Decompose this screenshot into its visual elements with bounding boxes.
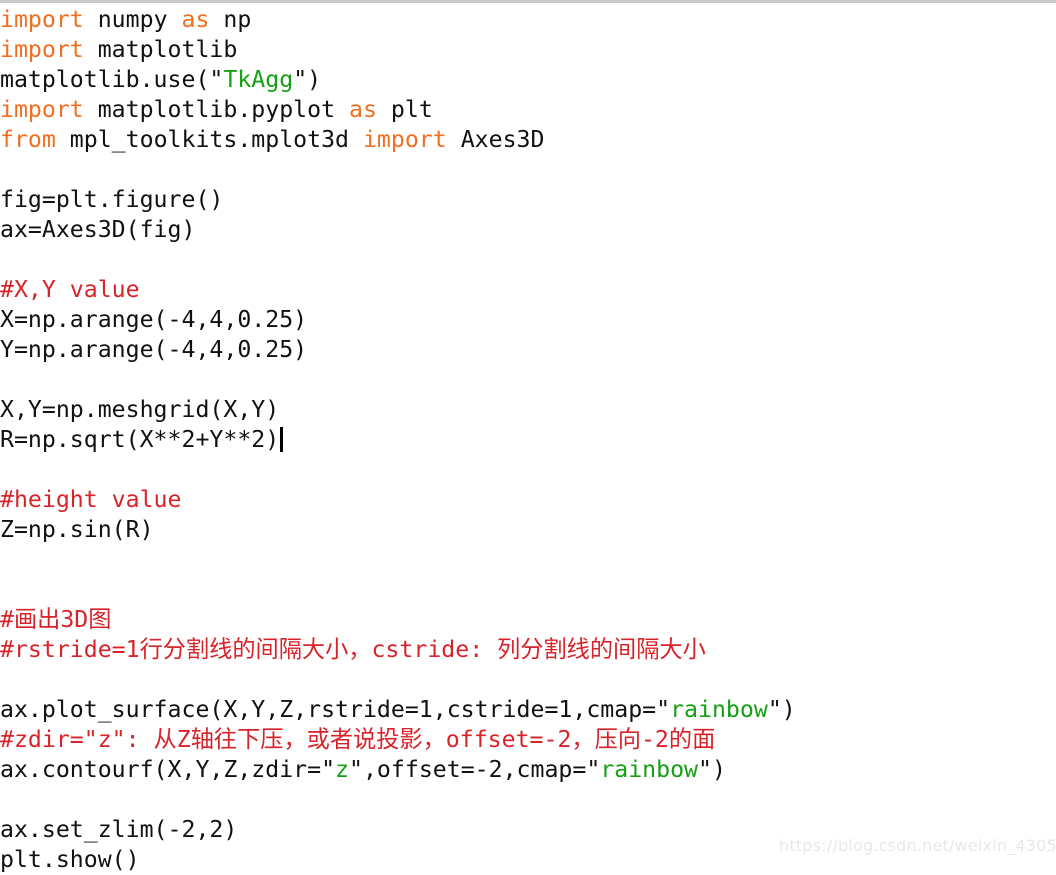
code-line: R=np.sqrt(X**2+Y**2) [0, 425, 1056, 455]
code-line: ax.plot_surface(X,Y,Z,rstride=1,cstride=… [0, 695, 1056, 725]
code-screenshot: import numpy as np import matplotlib matpl… [0, 0, 1056, 873]
code-token-kw: import [0, 36, 84, 63]
text-caret [280, 427, 284, 452]
code-line: ax.contourf(X,Y,Z,zdir="z",offset=-2,cma… [0, 755, 1056, 785]
code-token-com: #zdir="z": 从Z轴往下压，或者说投影，offset=-2，压向-2的面 [0, 726, 716, 753]
code-token-plain: np [209, 6, 252, 33]
code-token-plain: plt.show() [0, 846, 140, 873]
code-line: import matplotlib [0, 35, 1056, 65]
code-token-plain: Z=np.sin(R) [0, 516, 154, 543]
code-editor-content[interactable]: import numpy as np import matplotlib matpl… [0, 3, 1056, 875]
code-line: #zdir="z": 从Z轴往下压，或者说投影，offset=-2，压向-2的面 [0, 725, 1056, 755]
code-token-kw: import [0, 6, 84, 33]
code-line: #height value [0, 485, 1056, 515]
code-token-plain: ax=Axes3D(fig) [0, 216, 196, 243]
code-token-plain: ax.set_zlim(-2,2) [0, 816, 238, 843]
code-token-plain: numpy [83, 6, 182, 33]
code-line: matplotlib.use("TkAgg") [0, 65, 1056, 95]
code-token-plain: fig=plt.figure() [0, 186, 224, 213]
code-line: #rstride=1行分割线的间隔大小，cstride: 列分割线的间隔大小 [0, 635, 1056, 665]
code-line: fig=plt.figure() [0, 185, 1056, 215]
code-token-kw: import [0, 96, 84, 123]
code-token-kw: from [0, 126, 56, 153]
code-token-plain: Y=np.arange(-4,4,0.25) [0, 336, 308, 363]
code-line: Z=np.sin(R) [0, 515, 1056, 545]
code-token-str: rainbow [670, 696, 768, 723]
code-line: ax=Axes3D(fig) [0, 215, 1056, 245]
code-token-kw: import [362, 126, 447, 153]
code-token-plain: matplotlib [83, 36, 238, 63]
code-token-plain: mpl_toolkits.mplot3d [55, 126, 363, 153]
code-line: X=np.arange(-4,4,0.25) [0, 305, 1056, 335]
code-token-plain: ") [767, 696, 796, 723]
code-token-plain: matplotlib.pyplot [83, 96, 350, 123]
code-line: import numpy as np [0, 5, 1056, 35]
code-token-plain: matplotlib.use(" [0, 66, 224, 93]
code-token-str: TkAgg [223, 66, 294, 93]
code-line: import matplotlib.pyplot as plt [0, 95, 1056, 125]
code-token-com: #height value [0, 486, 182, 513]
code-token-str: rainbow [600, 756, 699, 783]
code-token-kw: as [181, 6, 210, 33]
code-token-kw: as [349, 96, 377, 123]
watermark-text: https://blog.csdn.net/weixin_43055882 [779, 836, 1056, 855]
code-token-plain: ax.contourf(X,Y,Z,zdir=" [0, 756, 336, 783]
code-token-plain: ") [293, 66, 322, 93]
code-token-plain: R=np.sqrt(X**2+Y**2) [0, 426, 280, 453]
code-token-plain: X=np.arange(-4,4,0.25) [0, 306, 308, 333]
code-token-plain: plt [376, 96, 433, 123]
code-line: X,Y=np.meshgrid(X,Y) [0, 395, 1056, 425]
code-token-plain: ax.plot_surface(X,Y,Z,rstride=1,cstride=… [0, 696, 671, 723]
code-token-com: #rstride=1行分割线的间隔大小，cstride: 列分割线的间隔大小 [0, 636, 706, 663]
code-token-com: #画出3D图 [0, 606, 112, 633]
code-line: #X,Y value [0, 275, 1056, 305]
code-token-str: z [335, 756, 350, 783]
code-token-plain: X,Y=np.meshgrid(X,Y) [0, 396, 280, 423]
code-token-com: #X,Y value [0, 276, 140, 303]
code-token-plain: Axes3D [446, 126, 545, 153]
code-token-plain: ") [698, 756, 726, 783]
code-line: Y=np.arange(-4,4,0.25) [0, 335, 1056, 365]
code-line: #画出3D图 [0, 605, 1056, 635]
code-token-plain: ",offset=-2,cmap=" [349, 756, 601, 783]
code-line: from mpl_toolkits.mplot3d import Axes3D [0, 125, 1056, 155]
